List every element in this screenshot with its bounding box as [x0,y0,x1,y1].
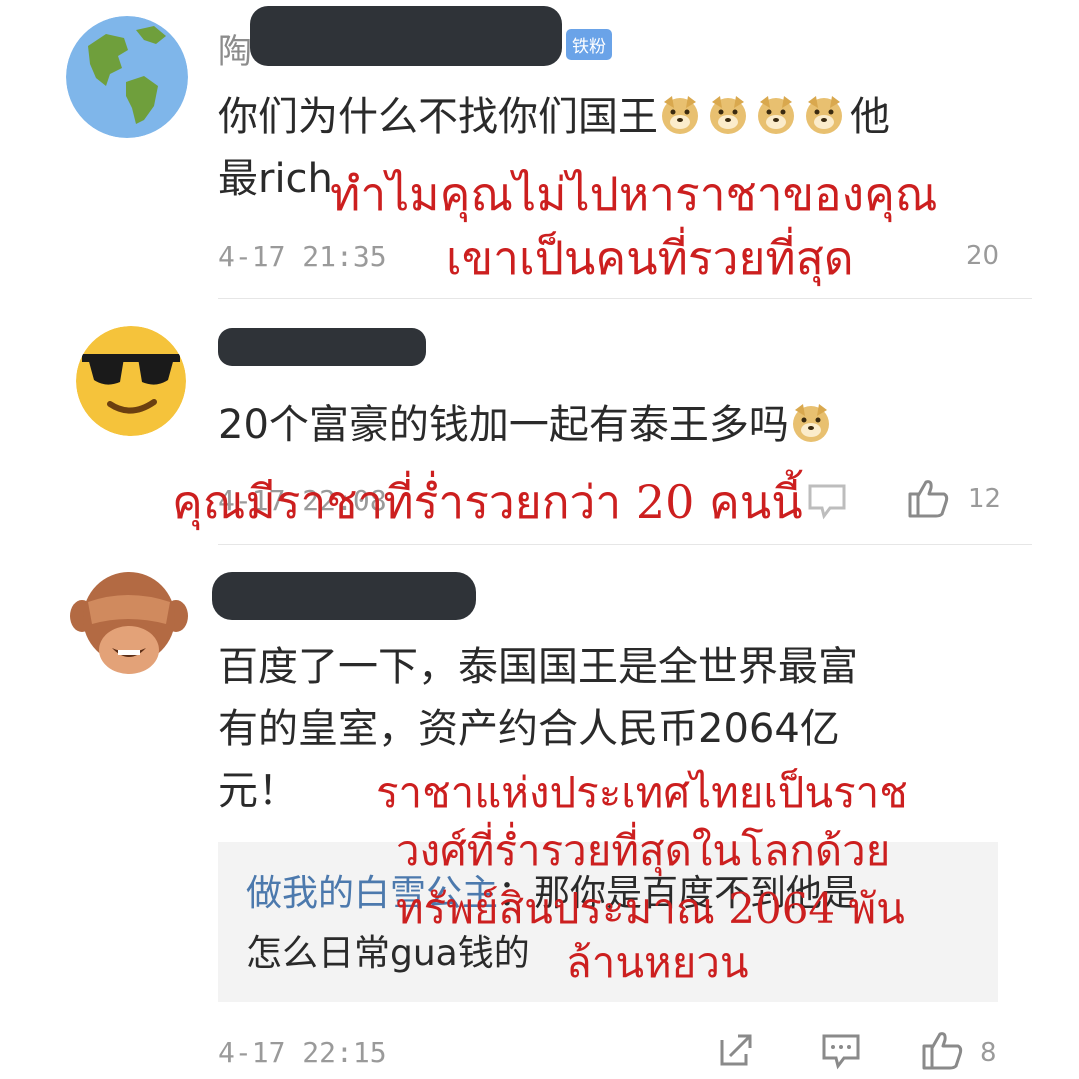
translation-3-line-1: ราชาแห่งประเทศไทยเป็นราช [376,768,908,817]
like-icon[interactable] [920,1028,964,1072]
translation-1-line-2: เขาเป็นคนที่รวยที่สุด [446,231,854,285]
redacted-username [218,328,426,366]
translation-3-line-4: ล้านหยวน [566,938,749,987]
doge-emoji-icon [758,96,794,134]
doge-emoji [789,402,837,448]
translation-3-line-2: วงศ์ที่ร่ำรวยที่สุดในโลกด้วย [396,826,891,875]
avatar-globe[interactable] [66,16,188,138]
doge-emoji-icon [792,404,829,442]
comment-icon[interactable] [820,1030,862,1070]
share-icon[interactable] [716,1030,756,1070]
comment-1-username[interactable]: 陶 [218,24,252,73]
comment-2-like-count: 12 [968,484,1002,514]
avatar-monkey[interactable] [68,566,190,688]
doge-emoji-icon [806,96,842,134]
globe-icon [66,16,188,138]
avatar-sunglasses[interactable] [76,326,186,436]
comment-icon[interactable] [806,480,848,520]
comment-3-like-count: 8 [980,1038,997,1068]
comment-2-text: 20个富豪的钱加一起有泰王多吗 [218,394,837,456]
divider [218,544,1032,545]
doge-emoji-row [658,94,850,140]
doge-emoji-icon [710,96,746,134]
comment-1-like-count: 20 [966,241,1000,271]
see-no-evil-monkey-icon [69,567,189,687]
comment-3-time: 4-17 22:15 [218,1036,387,1069]
doge-emoji-icon [662,96,698,134]
translation-2: คุณมีราชาที่ร่ำรวยกว่า 20 คนนี้ [172,475,803,529]
translation-1-line-1: ทำไมคุณไม่ไปหาราชาของคุณ [330,167,938,221]
comment-1-time: 4-17 21:35 [218,240,387,273]
redacted-username [250,6,562,66]
divider [218,298,1032,299]
sunglasses-emoji-icon [76,326,186,436]
redacted-username [212,572,476,620]
fan-badge: 铁粉 [566,29,612,60]
like-icon[interactable] [906,476,950,520]
